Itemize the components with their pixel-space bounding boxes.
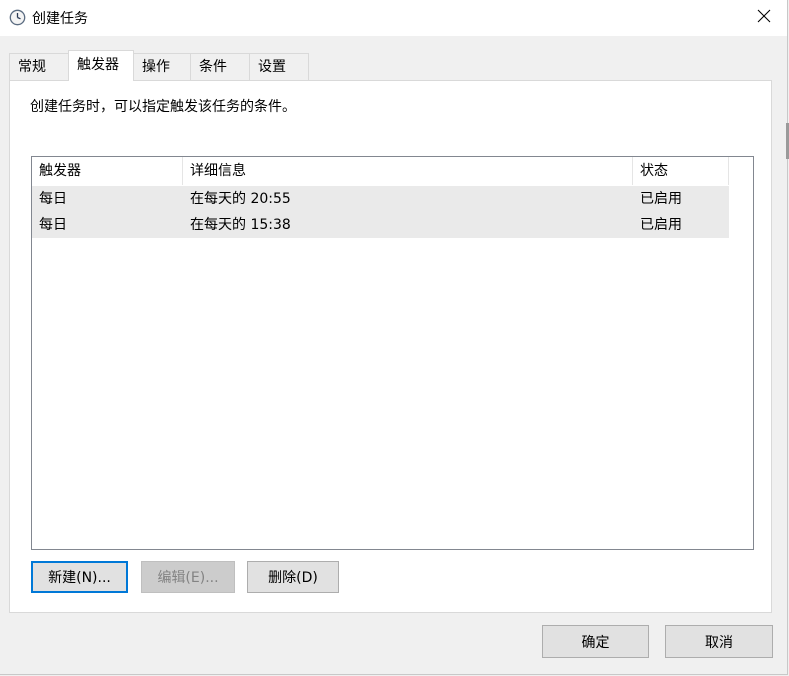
- triggers-description: 创建任务时，可以指定触发该任务的条件。: [30, 99, 296, 115]
- row-trigger-cell: 每日: [39, 217, 67, 233]
- cancel-button[interactable]: 取消: [665, 625, 773, 658]
- create-task-dialog: 创建任务 常规 触发器 操作 条件 设置 创建任务时，可以指定触发该任务的条件。…: [0, 0, 788, 675]
- list-header: 触发器 详细信息 状态: [32, 157, 729, 185]
- row-trigger-cell: 每日: [39, 191, 67, 207]
- close-icon: [757, 9, 771, 27]
- row-details-cell: 在每天的 15:38: [190, 217, 291, 233]
- triggers-panel: 创建任务时，可以指定触发该任务的条件。 触发器 详细信息 状态 每日 在每天的 …: [9, 80, 772, 613]
- column-header-trigger[interactable]: 触发器: [32, 157, 183, 185]
- row-status-cell: 已启用: [640, 217, 682, 233]
- tab-triggers[interactable]: 触发器: [68, 50, 134, 81]
- column-header-details[interactable]: 详细信息: [183, 157, 633, 185]
- row-status-cell: 已启用: [640, 191, 682, 207]
- new-trigger-button[interactable]: 新建(N)...: [31, 561, 128, 593]
- window-title: 创建任务: [32, 11, 88, 27]
- delete-trigger-button[interactable]: 删除(D): [247, 561, 339, 593]
- row-details-cell: 在每天的 20:55: [190, 191, 291, 207]
- table-row[interactable]: 每日 在每天的 20:55 已启用: [32, 186, 729, 212]
- title-bar: 创建任务: [0, 0, 787, 36]
- tab-general[interactable]: 常规: [9, 53, 69, 80]
- tab-actions[interactable]: 操作: [133, 53, 191, 80]
- close-button[interactable]: [741, 0, 787, 36]
- tab-conditions[interactable]: 条件: [190, 53, 250, 80]
- triggers-list[interactable]: 触发器 详细信息 状态 每日 在每天的 20:55 已启用 每日 在每天的 15…: [31, 156, 754, 550]
- tab-settings[interactable]: 设置: [249, 53, 309, 80]
- edit-trigger-button[interactable]: 编辑(E)...: [141, 561, 235, 593]
- table-row[interactable]: 每日 在每天的 15:38 已启用: [32, 212, 729, 238]
- ok-button[interactable]: 确定: [542, 625, 649, 658]
- clock-icon: [9, 9, 26, 26]
- column-header-status[interactable]: 状态: [633, 157, 729, 185]
